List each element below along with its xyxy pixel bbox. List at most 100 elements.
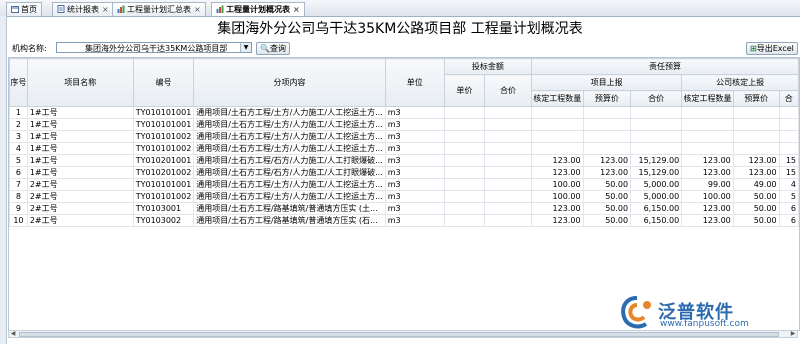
table-cell-unit: m3 <box>384 142 445 155</box>
table-cell-t2 <box>778 118 799 131</box>
org-select-value: 集团海外分公司乌干达35KM公路项目部 <box>85 44 228 53</box>
table-cell-seq: 10 <box>9 214 28 227</box>
table-cell-item: 通用项目/土石方工程/路基填筑/普通填方压实 (石... <box>193 214 386 227</box>
table-cell-q1: 123.00 <box>530 202 584 215</box>
col-header-check-qty: 核定工程数量 <box>530 90 584 107</box>
table-cell-t2: 4 <box>778 178 799 191</box>
table-cell-p2 <box>732 106 780 119</box>
excel-icon: ⊞ <box>750 44 757 53</box>
close-icon[interactable]: × <box>293 5 300 14</box>
tab-home[interactable]: 首页 <box>6 2 42 16</box>
table-cell-p1: 123.00 <box>582 166 632 179</box>
table-cell-project: 1#工号 <box>26 106 134 119</box>
table-row[interactable]: 1 1#工号 TY010101001 通用项目/土石方工程/土方/人力施工/人工挖运土… <box>9 106 799 119</box>
table-cell-bt <box>483 202 532 215</box>
data-grid: 序号 项目名称 编号 分项内容 单位 投标金额 责任预算 单价 合价 项目上报 … <box>8 57 800 331</box>
table-cell-q1: 123.00 <box>530 154 584 167</box>
table-cell-seq: 6 <box>9 166 28 179</box>
table-cell-q1: 123.00 <box>530 214 584 227</box>
table-cell-p2: 49.00 <box>732 178 780 191</box>
table-row[interactable]: 6 1#工号 TY010201002 通用项目/土石方工程/石方/人力施工/人工打眼爆… <box>9 166 799 179</box>
tab-bar: 首页 统计报表 × 工程量计划汇总表 × 工程量计划概况表 × <box>0 0 800 17</box>
table-cell-bt <box>483 106 532 119</box>
plan-table: 序号 项目名称 编号 分项内容 单位 投标金额 责任预算 单价 合价 项目上报 … <box>9 58 799 227</box>
table-cell-t1: 15,129.00 <box>630 166 683 179</box>
table-cell-bp <box>443 106 485 119</box>
table-cell-q1 <box>530 142 584 155</box>
table-cell-p1: 50.00 <box>582 190 632 203</box>
table-cell-unit: m3 <box>384 154 445 167</box>
report-icon <box>57 4 65 13</box>
table-row[interactable]: 10 2#工号 TY0103002 通用项目/土石方工程/路基填筑/普通填方压实 (石… <box>9 214 799 227</box>
col-header-project: 项目名称 <box>26 58 134 107</box>
table-row[interactable]: 5 1#工号 TY010201001 通用项目/土石方工程/石方/人力施工/人工打眼爆… <box>9 154 799 167</box>
table-cell-bt <box>483 118 532 131</box>
table-cell-bt <box>483 178 532 191</box>
table-cell-q2: 123.00 <box>681 154 734 167</box>
table-row[interactable]: 9 2#工号 TY0103001 通用项目/土石方工程/路基填筑/普通填方压实 (土.… <box>9 202 799 215</box>
close-icon[interactable]: × <box>102 5 109 14</box>
table-cell-q1 <box>530 106 584 119</box>
export-excel-button[interactable]: ⊞导出Excel <box>746 42 798 55</box>
table-row[interactable]: 2 1#工号 TY010101001 通用项目/土石方工程/土方/人力施工/人工挖运土… <box>9 118 799 131</box>
query-button[interactable]: 🔍查询 <box>256 42 290 55</box>
tab-summary[interactable]: 工程量计划汇总表 × <box>112 2 206 16</box>
table-cell-p1: 50.00 <box>582 202 632 215</box>
table-cell-project: 2#工号 <box>26 178 134 191</box>
close-icon[interactable]: × <box>194 5 201 14</box>
chevron-down-icon[interactable]: ▼ <box>240 43 251 52</box>
table-cell-q1 <box>530 118 584 131</box>
table-cell-unit: m3 <box>384 166 445 179</box>
table-cell-unit: m3 <box>384 106 445 119</box>
table-cell-item: 通用项目/土石方工程/石方/人力施工/人工打眼爆破... <box>193 166 386 179</box>
table-row[interactable]: 7 2#工号 TY010101001 通用项目/土石方工程/土方/人力施工/人工挖运土… <box>9 178 799 191</box>
table-cell-p2 <box>732 130 780 143</box>
table-cell-t2: 15 <box>778 154 799 167</box>
table-cell-project: 2#工号 <box>26 214 134 227</box>
table-cell-bp <box>443 118 485 131</box>
brand-logo: 泛普软件 www.fanpusoft.com <box>618 295 798 333</box>
table-cell-code: TY010101002 <box>132 190 195 203</box>
col-header-unit: 单位 <box>384 58 445 107</box>
table-row[interactable]: 4 1#工号 TY010101002 通用项目/土石方工程/土方/人力施工/人工挖运土… <box>9 142 799 155</box>
table-cell-t2 <box>778 142 799 155</box>
table-cell-unit: m3 <box>384 190 445 203</box>
table-row[interactable]: 3 1#工号 TY010101002 通用项目/土石方工程/土方/人力施工/人工挖运土… <box>9 130 799 143</box>
table-cell-p1: 50.00 <box>582 178 632 191</box>
table-cell-q1: 123.00 <box>530 166 584 179</box>
scroll-left-icon[interactable]: ◀ <box>9 331 17 337</box>
table-cell-project: 1#工号 <box>26 118 134 131</box>
table-cell-project: 1#工号 <box>26 166 134 179</box>
table-cell-t1 <box>630 142 683 155</box>
table-cell-p1: 123.00 <box>582 154 632 167</box>
org-select[interactable]: 集团海外分公司乌干达35KM公路项目部 ▼ <box>56 42 252 53</box>
table-cell-seq: 8 <box>9 190 28 203</box>
table-cell-code: TY010201002 <box>132 166 195 179</box>
table-row[interactable]: 8 2#工号 TY010101002 通用项目/土石方工程/土方/人力施工/人工挖运土… <box>9 190 799 203</box>
table-cell-code: TY010101001 <box>132 178 195 191</box>
table-cell-seq: 5 <box>9 154 28 167</box>
search-icon: 🔍 <box>260 44 270 53</box>
tab-statistics[interactable]: 统计报表 × <box>52 2 114 16</box>
table-cell-code: TY0103002 <box>132 214 195 227</box>
logo-url: www.fanpusoft.com <box>660 319 749 329</box>
table-cell-t2 <box>778 106 799 119</box>
table-cell-q2 <box>681 130 734 143</box>
col-header-budget-price-2: 预算价 <box>732 90 780 107</box>
table-cell-code: TY0103001 <box>132 202 195 215</box>
table-cell-bp <box>443 202 485 215</box>
table-cell-item: 通用项目/土石方工程/土方/人力施工/人工挖运土方... <box>193 190 386 203</box>
col-header-responsibility: 责任预算 <box>530 58 799 75</box>
table-cell-item: 通用项目/土石方工程/路基填筑/普通填方压实 (土... <box>193 202 386 215</box>
table-cell-seq: 1 <box>9 106 28 119</box>
table-cell-bp <box>443 130 485 143</box>
tab-overview[interactable]: 工程量计划概况表 × <box>211 2 305 16</box>
table-cell-item: 通用项目/土石方工程/石方/人力施工/人工打眼爆破... <box>193 154 386 167</box>
side-collapse-bar[interactable] <box>0 16 7 344</box>
page-title: 集团海外分公司乌干达35KM公路项目部 工程量计划概况表 <box>217 21 583 37</box>
col-header-seq: 序号 <box>9 58 28 107</box>
col-header-budget-price: 预算价 <box>582 90 632 107</box>
table-cell-item: 通用项目/土石方工程/土方/人力施工/人工挖运土方... <box>193 178 386 191</box>
table-cell-seq: 4 <box>9 142 28 155</box>
table-cell-item: 通用项目/土石方工程/土方/人力施工/人工挖运土方... <box>193 130 386 143</box>
